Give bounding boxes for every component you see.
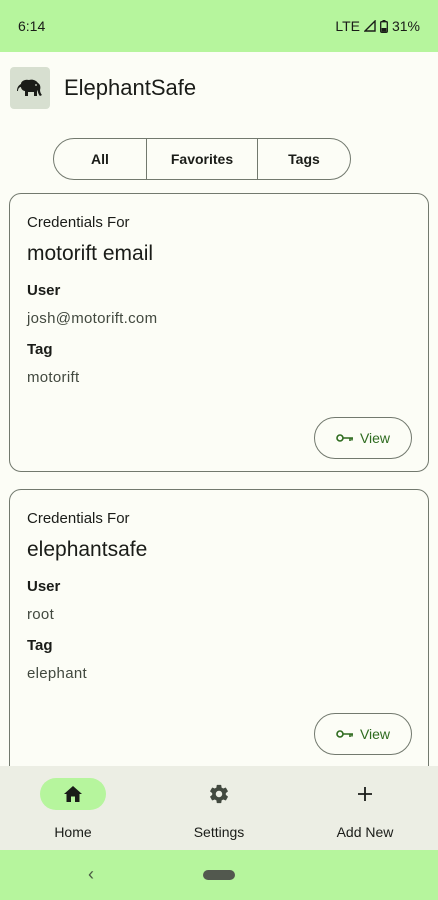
key-icon <box>336 730 353 738</box>
gear-icon <box>210 784 228 804</box>
status-bar: 6:14 LTE 31% <box>0 0 438 52</box>
credential-card: Credentials For motorift email User josh… <box>9 193 429 472</box>
nav-add-new[interactable]: Add New <box>292 766 438 850</box>
signal-icon <box>363 20 376 32</box>
view-button[interactable]: View <box>314 417 412 459</box>
tag-value: elephant <box>27 665 87 682</box>
elephant-icon <box>17 79 42 96</box>
credential-card: Credentials For elephantsafe User root T… <box>9 489 429 789</box>
user-label: User <box>27 578 61 595</box>
bottom-navigation: Home Settings Add New <box>0 766 438 850</box>
nav-settings-label: Settings <box>193 824 245 840</box>
tag-value: motorift <box>27 369 80 386</box>
tag-label: Tag <box>27 341 53 358</box>
nav-home[interactable]: Home <box>0 766 146 850</box>
battery-icon <box>380 19 388 33</box>
user-value: josh@motorift.com <box>27 310 158 327</box>
status-indicators: LTE 31% <box>335 18 420 34</box>
home-icon <box>64 786 82 802</box>
nav-home-indicator <box>40 778 106 810</box>
filter-tags-button[interactable]: Tags <box>258 139 350 179</box>
view-button-label: View <box>359 726 391 742</box>
battery-level: 31% <box>391 18 420 34</box>
user-label: User <box>27 282 61 299</box>
status-time: 6:14 <box>18 18 46 34</box>
filter-all-button[interactable]: All <box>54 139 147 179</box>
nav-settings[interactable]: Settings <box>146 766 292 850</box>
app-logo <box>10 67 50 109</box>
app-title: ElephantSafe <box>64 75 197 100</box>
tag-label: Tag <box>27 637 53 654</box>
app-header: ElephantSafe <box>0 52 438 124</box>
card-heading: Credentials For <box>27 510 130 527</box>
nav-settings-indicator <box>186 778 252 810</box>
plus-icon <box>358 787 372 801</box>
filter-segmented-control: All Favorites Tags <box>53 138 351 180</box>
back-icon[interactable]: ‹ <box>88 864 94 885</box>
user-value: root <box>27 606 55 623</box>
credential-name: motorift email <box>27 242 154 265</box>
filter-favorites-button[interactable]: Favorites <box>147 139 258 179</box>
system-navigation-bar: ‹ <box>0 850 438 900</box>
home-gesture-pill[interactable] <box>203 870 235 880</box>
nav-add-new-label: Add New <box>336 824 394 840</box>
credential-name: elephantsafe <box>27 538 148 561</box>
view-button-label: View <box>359 430 391 446</box>
network-label: LTE <box>335 18 360 34</box>
key-icon <box>336 434 353 442</box>
nav-home-label: Home <box>54 824 92 840</box>
view-button[interactable]: View <box>314 713 412 755</box>
card-heading: Credentials For <box>27 214 130 231</box>
nav-add-indicator <box>332 778 398 810</box>
